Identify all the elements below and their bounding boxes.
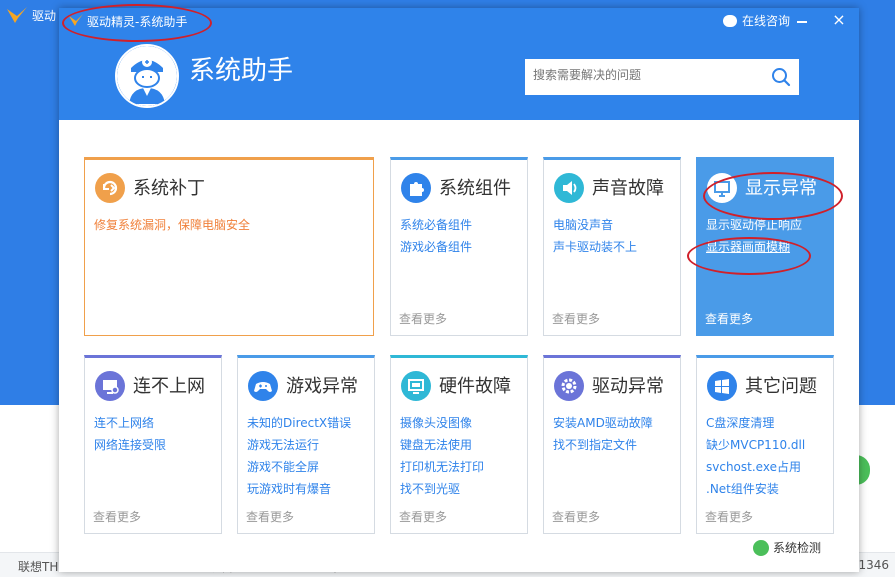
card-title: 硬件故障 (439, 376, 511, 397)
annotation-oval (703, 172, 843, 220)
card-game-issue[interactable]: 游戏异常 未知的DirectX错误 游戏无法运行 游戏不能全屏 玩游戏时有爆音 … (237, 355, 375, 534)
puzzle-icon (401, 173, 431, 203)
see-more-link[interactable]: 查看更多 (552, 310, 600, 327)
network-icon (95, 371, 125, 401)
consult-label: 在线咨询 (742, 14, 791, 28)
see-more-link[interactable]: 查看更多 (399, 508, 447, 525)
card-link[interactable]: 电脑没声音 (553, 214, 637, 236)
card-link[interactable]: 修复系统漏洞，保障电脑安全 (94, 214, 250, 236)
card-system-patch[interactable]: 系统补丁 修复系统漏洞，保障电脑安全 (84, 157, 374, 336)
card-link[interactable]: 未知的DirectX错误 (247, 412, 351, 434)
card-title: 连不上网 (133, 376, 205, 397)
card-link[interactable]: 玩游戏时有爆音 (247, 478, 351, 500)
windows-icon (707, 371, 737, 401)
app-logo-icon (7, 7, 27, 23)
card-link[interactable]: 打印机无法打印 (400, 456, 484, 478)
card-link[interactable]: 游戏必备组件 (400, 236, 472, 258)
system-assistant-dialog: 驱动精灵-系统助手 在线咨询 × 系统助手 (59, 4, 859, 572)
see-more-link[interactable]: 查看更多 (705, 310, 753, 327)
card-title: 声音故障 (592, 178, 664, 199)
page-title: 系统助手 (189, 56, 294, 86)
check-icon (753, 539, 769, 556)
card-system-components[interactable]: 系统组件 系统必备组件 游戏必备组件 查看更多 (390, 157, 528, 336)
card-title: 其它问题 (745, 376, 817, 397)
chat-icon (723, 10, 737, 27)
card-link[interactable]: 连不上网络 (94, 412, 166, 434)
patch-icon (95, 173, 125, 203)
background-app-title: 驱动 (32, 9, 57, 23)
card-sound-issue[interactable]: 声音故障 电脑没声音 声卡驱动装不上 查看更多 (543, 157, 681, 336)
see-more-link[interactable]: 查看更多 (399, 310, 447, 327)
online-consult-button[interactable]: 在线咨询 (723, 10, 791, 29)
doctor-avatar (115, 44, 179, 108)
card-link[interactable]: 摄像头没图像 (400, 412, 484, 434)
card-title: 驱动异常 (592, 376, 664, 397)
card-link[interactable]: 游戏不能全屏 (247, 456, 351, 478)
card-link[interactable]: 缺少MVCP110.dll (706, 434, 805, 456)
card-no-network[interactable]: 连不上网 连不上网络 网络连接受限 查看更多 (84, 355, 222, 534)
speaker-icon (554, 173, 584, 203)
gamepad-icon (248, 371, 278, 401)
annotation-oval (687, 237, 811, 275)
card-title: 游戏异常 (286, 376, 358, 397)
card-title: 系统组件 (439, 178, 511, 199)
card-hardware-issue[interactable]: 硬件故障 摄像头没图像 键盘无法使用 打印机无法打印 找不到光驱 查看更多 (390, 355, 528, 534)
card-link[interactable]: 系统必备组件 (400, 214, 472, 236)
card-link[interactable]: svchost.exe占用 (706, 456, 805, 478)
card-title: 系统补丁 (133, 178, 205, 199)
card-other-issues[interactable]: 其它问题 C盘深度清理 缺少MVCP110.dll svchost.exe占用 … (696, 355, 834, 534)
minimize-button[interactable] (795, 12, 809, 28)
annotation-oval (62, 4, 212, 42)
hardware-icon (401, 371, 431, 401)
card-link[interactable]: 网络连接受限 (94, 434, 166, 456)
doctor-icon (117, 46, 177, 106)
dialog-header: 驱动精灵-系统助手 在线咨询 × 系统助手 (59, 4, 859, 120)
gear-icon (554, 371, 584, 401)
card-link[interactable]: 键盘无法使用 (400, 434, 484, 456)
card-link[interactable]: 安装AMD驱动故障 (553, 412, 653, 434)
card-link[interactable]: 找不到光驱 (400, 478, 484, 500)
card-link[interactable]: C盘深度清理 (706, 412, 805, 434)
card-link[interactable]: .Net组件安装 (706, 478, 805, 500)
search-box (525, 59, 799, 95)
card-link[interactable]: 找不到指定文件 (553, 434, 653, 456)
see-more-link[interactable]: 查看更多 (705, 508, 753, 525)
see-more-link[interactable]: 查看更多 (93, 508, 141, 525)
card-link[interactable]: 游戏无法运行 (247, 434, 351, 456)
search-icon[interactable] (771, 67, 791, 87)
system-check-label: 系统检测 (773, 541, 822, 555)
system-check-button[interactable]: 系统检测 (753, 539, 821, 556)
see-more-link[interactable]: 查看更多 (552, 508, 600, 525)
card-driver-issue[interactable]: 驱动异常 安装AMD驱动故障 找不到指定文件 查看更多 (543, 355, 681, 534)
card-link[interactable]: 声卡驱动装不上 (553, 236, 637, 258)
close-button[interactable]: × (831, 11, 847, 29)
see-more-link[interactable]: 查看更多 (246, 508, 294, 525)
search-input[interactable] (533, 68, 753, 82)
